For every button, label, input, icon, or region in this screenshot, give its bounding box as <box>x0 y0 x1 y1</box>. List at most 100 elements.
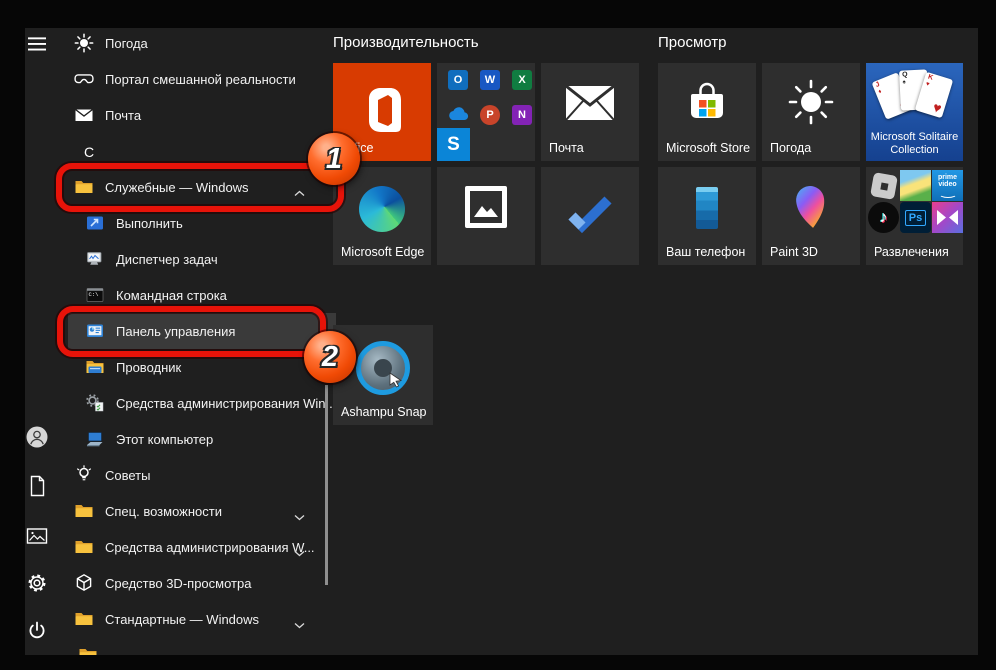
prime-video-icon: prime video <box>932 170 963 201</box>
callout-step-1: 1 <box>308 133 360 185</box>
app-row-label: Портал смешанной реальности <box>105 71 296 87</box>
roblox-icon <box>868 170 899 201</box>
app-row-label: Средства администрирования W... <box>105 539 315 555</box>
gardenscapes-icon <box>900 170 931 201</box>
folder-icon <box>74 501 94 521</box>
power-icon <box>26 620 48 642</box>
chevron-down-icon <box>294 616 305 634</box>
tile-label: Microsoft Edge <box>341 245 425 259</box>
onedrive-icon <box>447 106 469 127</box>
app-row-mail[interactable]: Почта <box>68 97 336 133</box>
tile-paint-3d[interactable]: Paint 3D <box>762 167 860 265</box>
tile-microsoft-store[interactable]: Microsoft Store <box>658 63 756 161</box>
tile-label: Почта <box>549 141 584 155</box>
mail-envelope-icon <box>74 105 94 125</box>
app-row-label: Спец. возможности <box>105 503 222 519</box>
paint-3d-drop-icon <box>788 180 833 237</box>
pictures-button[interactable] <box>26 525 48 547</box>
bowtie-app-icon <box>932 202 963 233</box>
tile-mail[interactable]: Почта <box>541 63 639 161</box>
file-explorer-icon <box>85 357 105 377</box>
tile-weather[interactable]: Погода <box>762 63 860 161</box>
folder-icon <box>74 609 94 629</box>
app-row-label: Проводник <box>116 359 182 375</box>
tile-entertainment[interactable]: prime video ♪ Ps Развлечения <box>866 167 963 265</box>
app-row-label: Диспетчер задач <box>116 251 218 267</box>
app-list-scrollbar[interactable] <box>325 385 328 585</box>
tile-label: Paint 3D <box>770 245 818 259</box>
hamburger-icon <box>27 34 47 54</box>
user-avatar-icon <box>26 426 48 448</box>
tile-microsoft-edge[interactable]: Microsoft Edge <box>333 167 431 265</box>
app-row-label: Этот компьютер <box>116 431 214 447</box>
tiktok-icon: ♪ <box>868 202 899 233</box>
user-account-button[interactable] <box>26 426 48 448</box>
settings-button[interactable] <box>26 572 48 594</box>
hamburger-menu-button[interactable] <box>26 33 48 55</box>
app-row-label: Средство 3D-просмотра <box>105 575 252 591</box>
app-row-task-manager[interactable]: Диспетчер задач <box>68 241 336 277</box>
app-row-admin-tools[interactable]: Средства администрирования Win... <box>68 385 336 421</box>
app-row-label: Выполнить <box>116 215 183 231</box>
task-manager-icon <box>85 249 105 269</box>
tile-your-phone[interactable]: Ваш телефон <box>658 167 756 265</box>
tile-photos[interactable] <box>437 167 535 265</box>
excel-icon: X <box>512 70 532 90</box>
app-row-tips[interactable]: Советы <box>68 457 336 493</box>
app-row-3d-viewer[interactable]: Средство 3D-просмотра <box>68 565 336 601</box>
tile-label: Развлечения <box>874 245 949 259</box>
documents-button[interactable] <box>26 475 48 497</box>
word-icon: W <box>480 70 500 90</box>
mixed-reality-goggles-icon <box>74 69 94 89</box>
app-row-mixed-reality-portal[interactable]: Портал смешанной реальности <box>68 61 336 97</box>
pictures-icon <box>26 526 48 546</box>
tile-label: Ashampu Snap <box>341 405 427 419</box>
run-icon <box>85 213 105 233</box>
mail-envelope-icon <box>565 84 615 125</box>
app-row-partial-folder <box>78 645 98 655</box>
tile-group-title: Производительность <box>333 34 479 51</box>
tile-group-title: Просмотр <box>658 34 727 51</box>
app-row-label: Средства администрирования Win... <box>116 395 337 411</box>
app-row-label: Командная строка <box>116 287 227 303</box>
svg-text:C:\: C:\ <box>89 291 99 298</box>
app-row-label: Стандартные — Windows <box>105 611 260 627</box>
command-prompt-icon: C:\ <box>85 285 105 305</box>
tile-office-apps-cluster[interactable]: O W X P N S <box>437 63 535 161</box>
app-row-label: Почта <box>105 107 142 123</box>
3d-cube-icon <box>74 573 94 593</box>
photoshop-express-icon: Ps <box>900 202 931 233</box>
your-phone-icon <box>696 187 718 229</box>
tile-label: Microsoft Store <box>666 141 751 155</box>
store-bag-icon <box>684 79 730 130</box>
annotation-rect-step2 <box>57 306 326 357</box>
app-row-windows-accessories-folder[interactable]: Стандартные — Windows <box>68 601 336 637</box>
weather-sun-icon <box>787 78 835 131</box>
folder-icon <box>74 537 94 557</box>
app-row-accessibility-folder[interactable]: Спец. возможности <box>68 493 336 529</box>
chevron-down-icon <box>294 508 305 526</box>
app-row-label: Советы <box>105 467 151 483</box>
tile-label: Погода <box>770 141 812 155</box>
todo-checkmark-icon <box>565 193 615 240</box>
entertainment-mini-icons: prime video ♪ Ps <box>868 170 963 233</box>
gear-icon <box>26 572 48 594</box>
tips-bulb-icon <box>74 465 94 485</box>
onenote-icon: N <box>512 105 532 125</box>
photos-icon <box>465 185 507 233</box>
tile-solitaire[interactable]: J♦♦ Q♠♠ K♥♥ Microsoft Solitaire Collecti… <box>866 63 963 161</box>
power-button[interactable] <box>26 620 48 642</box>
outlook-icon: O <box>448 70 468 90</box>
tile-label: Ваш телефон <box>666 245 746 259</box>
app-row-admin-tools-folder[interactable]: Средства администрирования W... <box>68 529 336 565</box>
powerpoint-icon: P <box>480 105 500 125</box>
app-row-weather[interactable]: Погода <box>68 28 336 61</box>
start-menu: Погода Портал смешанной реальности Почта… <box>25 28 978 655</box>
tile-to-do[interactable] <box>541 167 639 265</box>
document-icon <box>27 475 47 497</box>
edge-logo-icon <box>359 186 405 232</box>
callout-step-2: 2 <box>304 331 356 383</box>
admin-tools-icon <box>85 393 105 413</box>
app-row-label: Погода <box>105 35 148 51</box>
app-row-this-pc[interactable]: Этот компьютер <box>68 421 336 457</box>
